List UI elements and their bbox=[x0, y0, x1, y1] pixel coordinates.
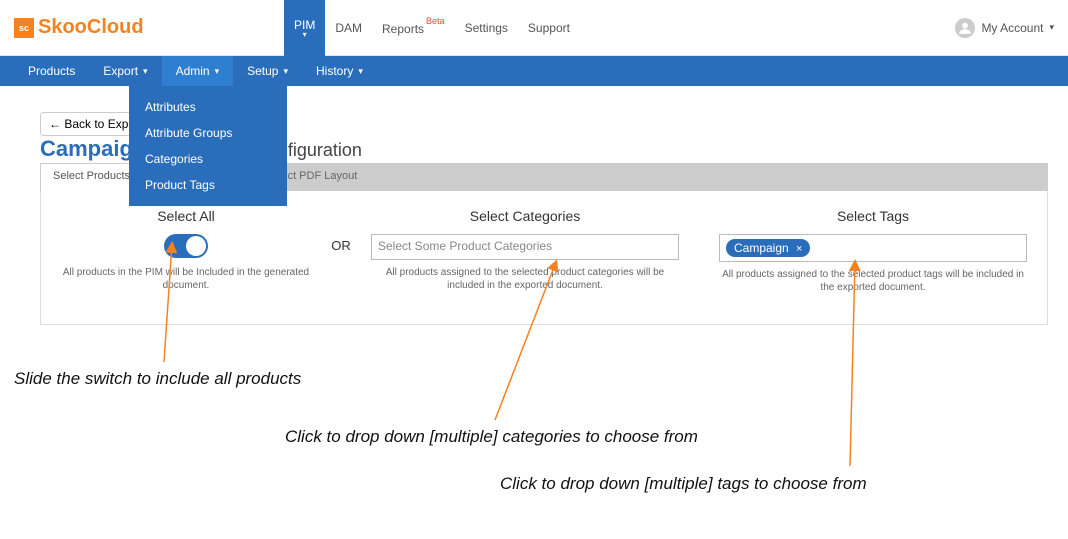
subnav-products[interactable]: Products bbox=[14, 56, 89, 86]
caret-down-icon: ▾ bbox=[143, 66, 148, 77]
topnav-reports-label: Reports bbox=[382, 22, 424, 36]
tags-help: All products assigned to the selected pr… bbox=[719, 268, 1027, 294]
subnav-history[interactable]: History ▾ bbox=[302, 56, 377, 86]
tag-chip-label: Campaign bbox=[734, 241, 789, 255]
tags-column: Select Tags Campaign × All products assi… bbox=[719, 208, 1027, 294]
tag-chip: Campaign × bbox=[726, 239, 810, 257]
admin-menu-attribute-groups[interactable]: Attribute Groups bbox=[129, 120, 287, 146]
subnav-admin[interactable]: Admin ▾ bbox=[162, 56, 234, 86]
topnav-settings[interactable]: Settings bbox=[455, 0, 518, 56]
caret-down-icon: ▾ bbox=[303, 32, 307, 38]
admin-menu-categories[interactable]: Categories bbox=[129, 146, 287, 172]
select-all-column: Select All All products in the PIM will … bbox=[61, 208, 311, 292]
subnav-export-label: Export bbox=[103, 64, 138, 78]
admin-dropdown: Attributes Attribute Groups Categories P… bbox=[129, 86, 287, 206]
topnav-reports[interactable]: ReportsBeta bbox=[372, 0, 455, 56]
caret-down-icon: ▾ bbox=[1049, 22, 1054, 33]
caret-down-icon: ▾ bbox=[215, 66, 220, 77]
top-nav: PIM ▾ DAM ReportsBeta Settings Support bbox=[284, 0, 580, 56]
subnav-setup-label: Setup bbox=[247, 64, 278, 78]
annotation-tags: Click to drop down [multiple] tags to ch… bbox=[500, 474, 867, 494]
categories-select[interactable]: Select Some Product Categories bbox=[371, 234, 679, 260]
select-all-help: All products in the PIM will be Included… bbox=[61, 266, 311, 292]
select-all-heading: Select All bbox=[61, 208, 311, 224]
logo-badge: sc bbox=[14, 18, 34, 38]
caret-down-icon: ▾ bbox=[283, 66, 288, 77]
subnav-setup[interactable]: Setup ▾ bbox=[233, 56, 302, 86]
subnav-admin-label: Admin bbox=[176, 64, 210, 78]
top-header: sc SkooCloud PIM ▾ DAM ReportsBeta Setti… bbox=[0, 0, 1068, 56]
admin-menu-product-tags[interactable]: Product Tags bbox=[129, 172, 287, 198]
account-label: My Account bbox=[981, 21, 1043, 35]
categories-help: All products assigned to the selected pr… bbox=[371, 266, 679, 292]
topnav-pim[interactable]: PIM ▾ bbox=[284, 0, 325, 56]
beta-badge: Beta bbox=[426, 16, 445, 26]
tags-select[interactable]: Campaign × bbox=[719, 234, 1027, 262]
subnav: Products Export ▾ Admin ▾ Setup ▾ History ▾ bbox=[0, 56, 1068, 86]
tab-select-products[interactable]: Select Products bbox=[40, 163, 143, 191]
tags-heading: Select Tags bbox=[719, 208, 1027, 224]
toggle-knob bbox=[186, 236, 206, 256]
select-products-panel: Select All All products in the PIM will … bbox=[40, 190, 1048, 325]
account-menu[interactable]: My Account ▾ bbox=[955, 18, 1054, 38]
subnav-export[interactable]: Export ▾ bbox=[89, 56, 161, 86]
annotation-toggle: Slide the switch to include all products bbox=[14, 369, 301, 389]
or-separator: OR bbox=[311, 208, 371, 253]
caret-down-icon: ▾ bbox=[358, 66, 363, 77]
categories-column: Select Categories Select Some Product Ca… bbox=[371, 208, 679, 292]
subnav-history-label: History bbox=[316, 64, 353, 78]
logo-text: SkooCloud bbox=[38, 16, 144, 39]
annotation-categories: Click to drop down [multiple] categories… bbox=[285, 427, 698, 447]
admin-menu-attributes[interactable]: Attributes bbox=[129, 94, 287, 120]
categories-heading: Select Categories bbox=[371, 208, 679, 224]
select-all-toggle[interactable] bbox=[164, 234, 208, 258]
remove-tag-icon[interactable]: × bbox=[796, 243, 802, 255]
topnav-support[interactable]: Support bbox=[518, 0, 580, 56]
topnav-dam[interactable]: DAM bbox=[325, 0, 372, 56]
avatar-icon bbox=[955, 18, 975, 38]
